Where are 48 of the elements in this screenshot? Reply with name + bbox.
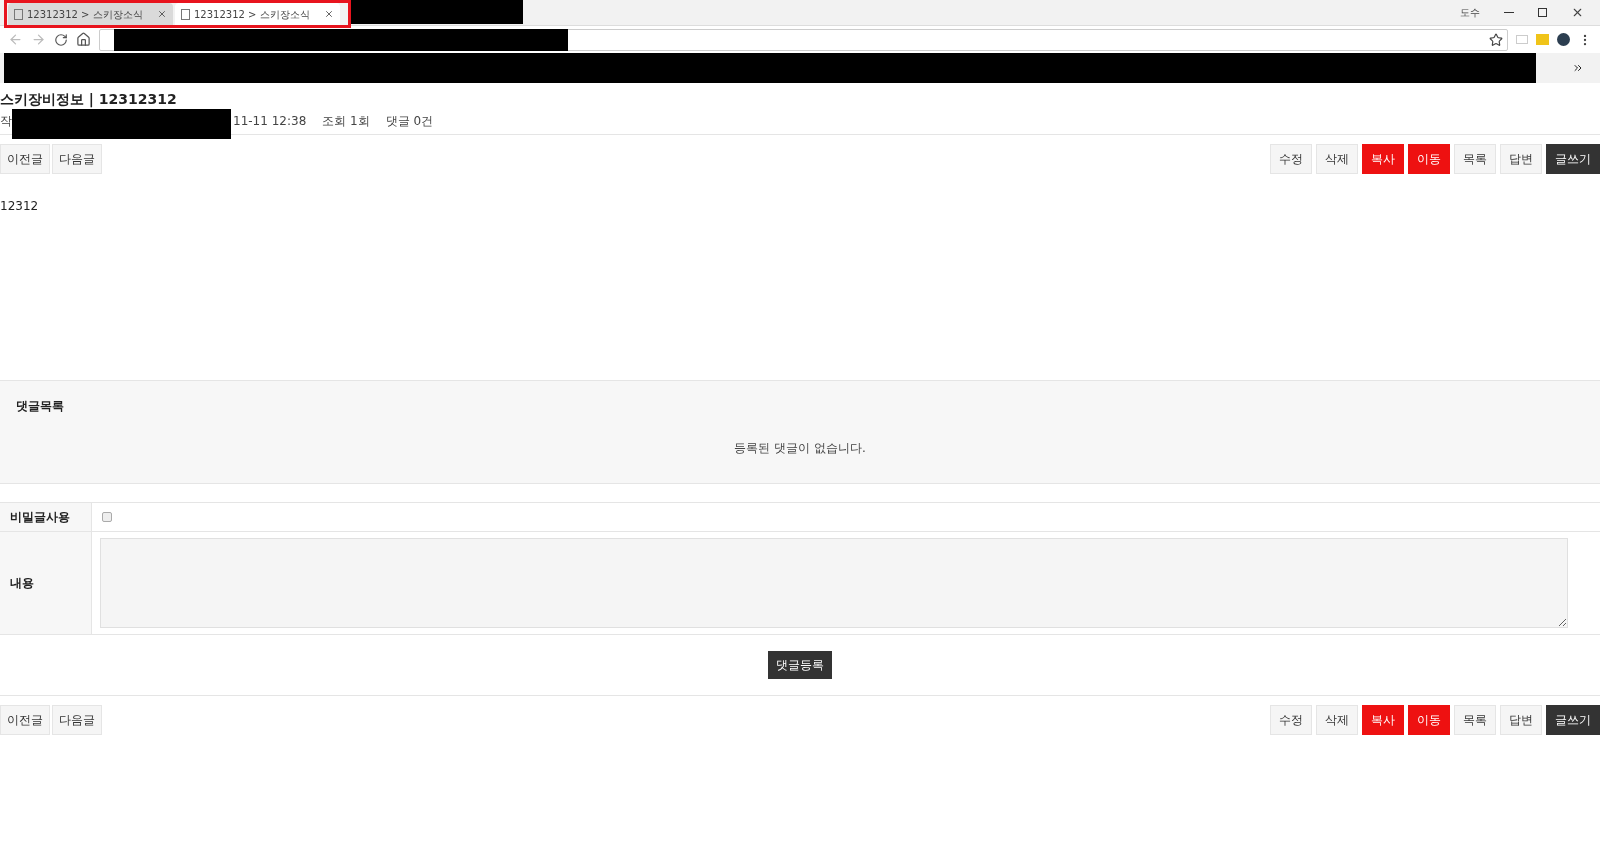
action-button[interactable]: 이동 bbox=[1408, 705, 1450, 735]
checkbox[interactable] bbox=[102, 512, 112, 522]
profile-name[interactable]: 도수 bbox=[1460, 5, 1480, 20]
close-icon[interactable] bbox=[157, 9, 167, 19]
browser-tab[interactable]: 12312312 > 스키장소식 bbox=[8, 3, 173, 25]
comment-list-title: 댓글목록 bbox=[16, 398, 65, 415]
post-body: 12312 bbox=[0, 198, 40, 215]
action-button[interactable]: 수정 bbox=[1270, 144, 1312, 174]
page-icon bbox=[14, 8, 23, 20]
submit-comment-button[interactable]: 댓글등록 bbox=[768, 651, 832, 679]
action-button[interactable]: 목록 bbox=[1454, 144, 1496, 174]
field-label: 내용 bbox=[0, 532, 92, 634]
close-icon[interactable] bbox=[324, 9, 334, 19]
author-label: 작 bbox=[0, 112, 12, 130]
nav-button[interactable]: 다음글 bbox=[52, 144, 102, 174]
nav-button[interactable]: 다음글 bbox=[52, 705, 102, 735]
action-button[interactable]: 이동 bbox=[1408, 144, 1450, 174]
content-field[interactable] bbox=[100, 538, 1568, 628]
star-icon[interactable] bbox=[1489, 32, 1503, 47]
action-button[interactable]: 답변 bbox=[1500, 705, 1542, 735]
action-button[interactable]: 글쓰기 bbox=[1546, 705, 1600, 735]
page-icon bbox=[181, 8, 190, 20]
address-bar[interactable] bbox=[99, 28, 1508, 51]
nav-button[interactable]: 이전글 bbox=[0, 144, 50, 174]
post-title: 스키장비정보 | 12312312 bbox=[0, 90, 178, 109]
view-count: 조회 1회 bbox=[322, 112, 370, 130]
restore-icon[interactable] bbox=[1538, 8, 1547, 17]
empty-message: 등록된 댓글이 없습니다. bbox=[733, 440, 867, 457]
extension-icon[interactable] bbox=[1557, 33, 1570, 46]
action-button[interactable]: 글쓰기 bbox=[1546, 144, 1600, 174]
action-button[interactable]: 삭제 bbox=[1316, 705, 1358, 735]
action-button[interactable]: 삭제 bbox=[1316, 144, 1358, 174]
close-icon[interactable] bbox=[1571, 6, 1584, 19]
nav-button[interactable]: 이전글 bbox=[0, 705, 50, 735]
tab-title: 12312312 > 스키장소식 bbox=[27, 7, 143, 22]
action-button[interactable]: 답변 bbox=[1500, 144, 1542, 174]
comment-count: 댓글 0건 bbox=[385, 112, 434, 130]
reload-icon[interactable] bbox=[54, 32, 68, 47]
post-date: 11-11 12:38 bbox=[233, 112, 307, 130]
more-icon[interactable] bbox=[1572, 62, 1584, 74]
action-button[interactable]: 복사 bbox=[1362, 144, 1404, 174]
tab-title: 12312312 > 스키장소식 bbox=[194, 7, 310, 22]
action-button[interactable]: 복사 bbox=[1362, 705, 1404, 735]
home-icon[interactable] bbox=[76, 32, 91, 47]
browser-tab[interactable]: 12312312 > 스키장소식 bbox=[175, 3, 340, 25]
action-button[interactable]: 목록 bbox=[1454, 705, 1496, 735]
action-button[interactable]: 수정 bbox=[1270, 705, 1312, 735]
field-label: 비밀글사용 bbox=[0, 503, 92, 531]
